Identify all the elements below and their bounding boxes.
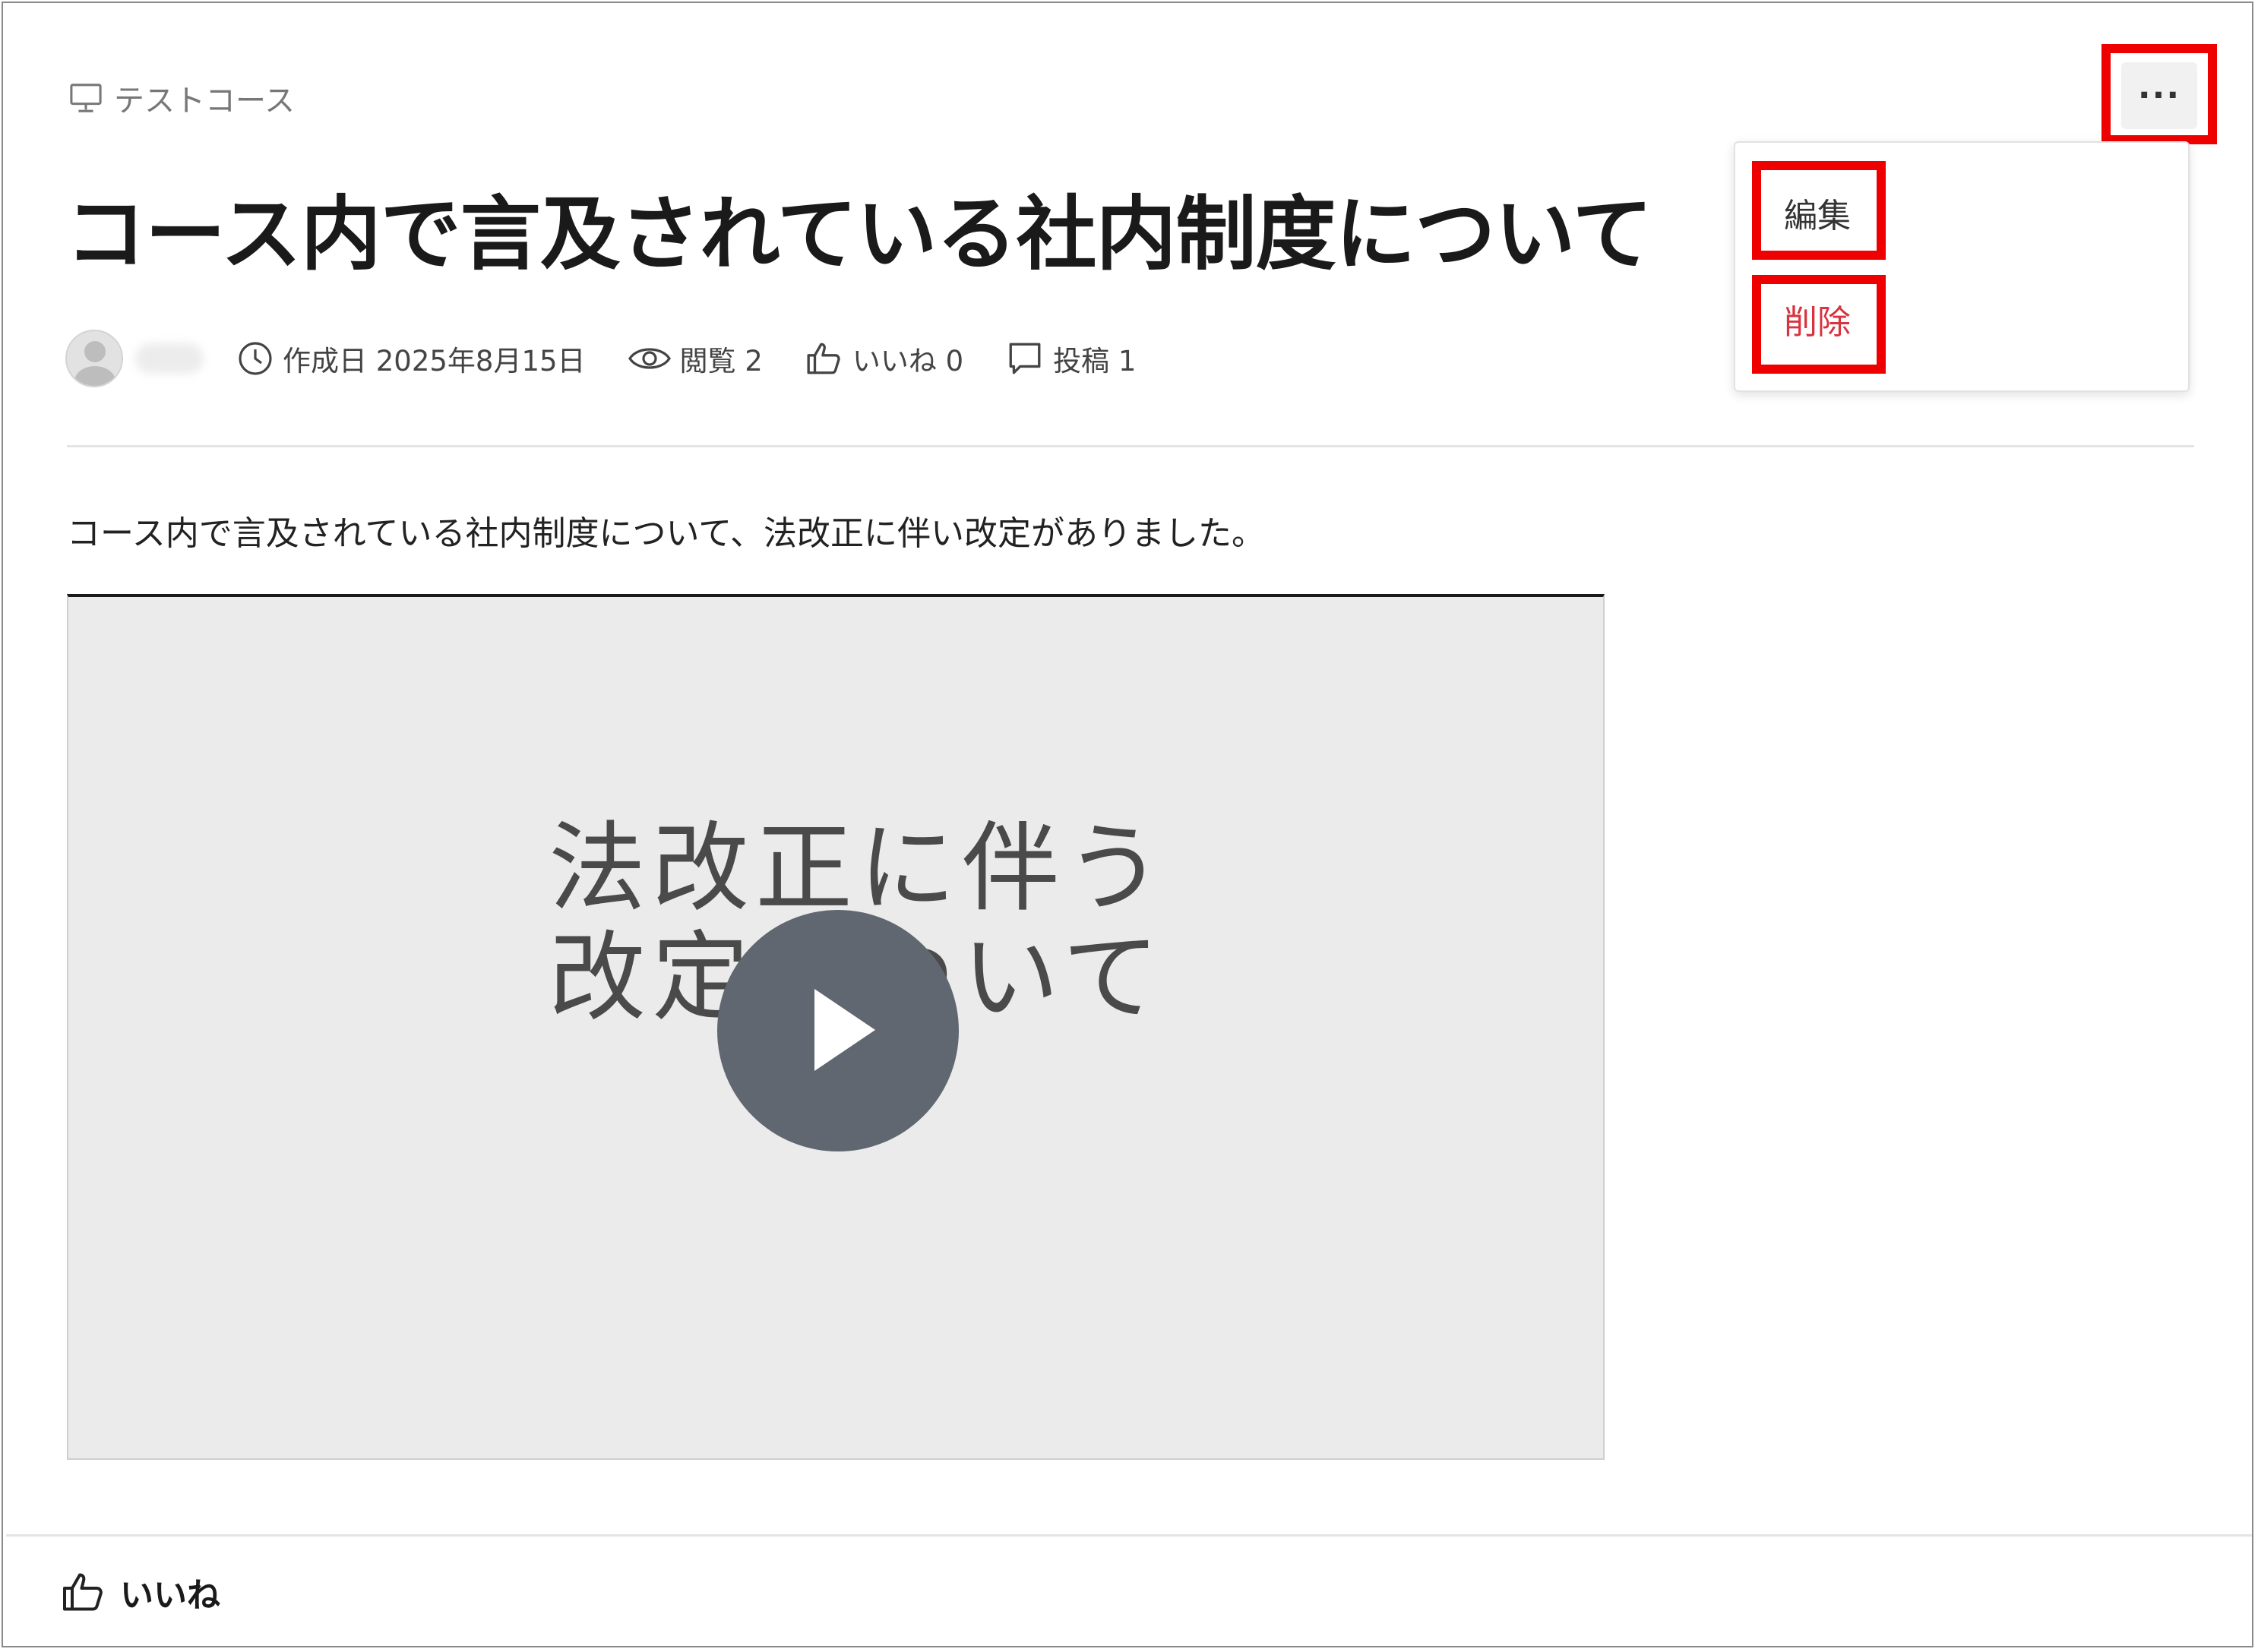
post-count: 投稿 1: [1006, 338, 1136, 379]
comment-icon: [1009, 343, 1041, 374]
footer-divider: [6, 1534, 2252, 1537]
view-count: 閲覧 2: [628, 338, 763, 379]
divider: [67, 445, 2194, 447]
more-options-button[interactable]: ···: [2121, 62, 2197, 129]
play-icon: [814, 989, 875, 1071]
post-body: コース内で言及されている社内制度について、法改正に伴い改定がありました。: [67, 514, 1265, 553]
avatar: [65, 330, 123, 387]
more-icon: ···: [2137, 76, 2181, 115]
video-player[interactable]: 法改正に伴う 改定について: [67, 594, 1605, 1460]
eye-icon: [628, 348, 671, 369]
menu-item-delete[interactable]: 削除: [1784, 295, 1851, 343]
thumbs-up-icon: [63, 1573, 103, 1611]
play-button[interactable]: [717, 910, 959, 1151]
like-button-label: いいね: [120, 1576, 220, 1615]
course-name: テストコース: [114, 84, 295, 118]
created-date: 作成日 2025年8月15日: [237, 338, 586, 379]
course-link[interactable]: テストコース: [68, 76, 295, 120]
clock-icon: [239, 342, 272, 375]
like-count: いいね 0: [805, 338, 963, 379]
options-dropdown: 編集 削除: [1734, 141, 2190, 392]
post-meta: 作成日 2025年8月15日 閲覧 2 いいね 0 投稿 1: [65, 328, 1178, 389]
menu-item-edit[interactable]: 編集: [1784, 188, 1851, 237]
monitor-icon: [70, 84, 102, 112]
like-button[interactable]: いいね: [61, 1568, 220, 1616]
thumbs-up-icon: [807, 343, 840, 374]
post-title: コース内で言及されている社内制度について: [65, 188, 1652, 281]
author-name-blurred: [135, 343, 204, 374]
